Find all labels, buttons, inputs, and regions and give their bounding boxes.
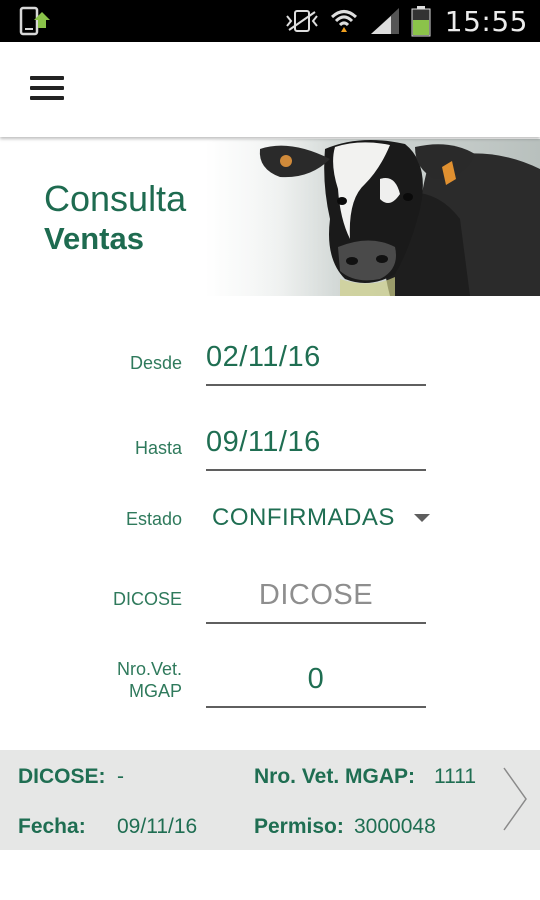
hasta-label: Hasta — [134, 438, 182, 458]
result-permiso-label: Permiso: — [254, 815, 344, 838]
desde-label: Desde — [129, 353, 182, 373]
result-dicose-value: - — [117, 765, 124, 788]
wifi-icon — [330, 10, 357, 32]
app-bar — [0, 42, 540, 137]
dicose-label: DICOSE — [112, 589, 182, 609]
hamburger-menu-icon[interactable] — [30, 76, 64, 102]
result-nro-vet-value: 1111 — [434, 765, 477, 788]
vibrate-icon — [286, 10, 318, 32]
hasta-date-field[interactable]: 09/11/16 — [206, 415, 426, 471]
signal-icon — [370, 8, 399, 34]
nro-vet-value: 0 — [307, 663, 325, 695]
status-time: 15:55 — [444, 4, 528, 38]
result-fecha-label: Fecha: — [18, 815, 86, 838]
dropdown-arrow-icon — [414, 514, 430, 522]
page-title-line1: Consulta — [44, 178, 187, 219]
nro-vet-label-line2: MGAP — [128, 681, 182, 701]
result-dicose-label: DICOSE: — [18, 765, 106, 788]
status-bar: 15:55 — [0, 0, 540, 42]
nro-vet-label: Nro.Vet. MGAP — [117, 658, 182, 702]
hasta-value: 09/11/16 — [206, 426, 321, 458]
dicose-input[interactable]: DICOSE — [206, 568, 426, 624]
result-fecha-value: 09/11/16 — [117, 815, 198, 838]
page-title-line2: Ventas — [44, 221, 144, 256]
header-banner: Consulta Ventas — [0, 139, 540, 296]
page-title: Consulta Ventas — [44, 179, 186, 259]
result-permiso-value: 3000048 — [354, 815, 436, 838]
desde-date-field[interactable]: 02/11/16 — [206, 330, 426, 386]
result-nro-vet-label: Nro. Vet. MGAP: — [254, 765, 416, 788]
phone-update-icon — [19, 6, 50, 36]
dicose-placeholder: DICOSE — [258, 579, 374, 611]
desde-value: 02/11/16 — [206, 341, 321, 373]
nro-vet-input[interactable]: 0 — [206, 652, 426, 708]
estado-dropdown[interactable]: CONFIRMADAS — [206, 500, 436, 540]
chevron-right-icon[interactable] — [500, 764, 530, 834]
cow-photo — [230, 139, 540, 296]
battery-icon — [411, 6, 431, 37]
nro-vet-label-line1: Nro.Vet. — [116, 659, 182, 679]
sale-result-item[interactable]: DICOSE: - Nro. Vet. MGAP: 1111 Fecha: 09… — [0, 750, 540, 850]
estado-selected-value: CONFIRMADAS — [212, 504, 395, 531]
estado-label: Estado — [125, 509, 182, 529]
